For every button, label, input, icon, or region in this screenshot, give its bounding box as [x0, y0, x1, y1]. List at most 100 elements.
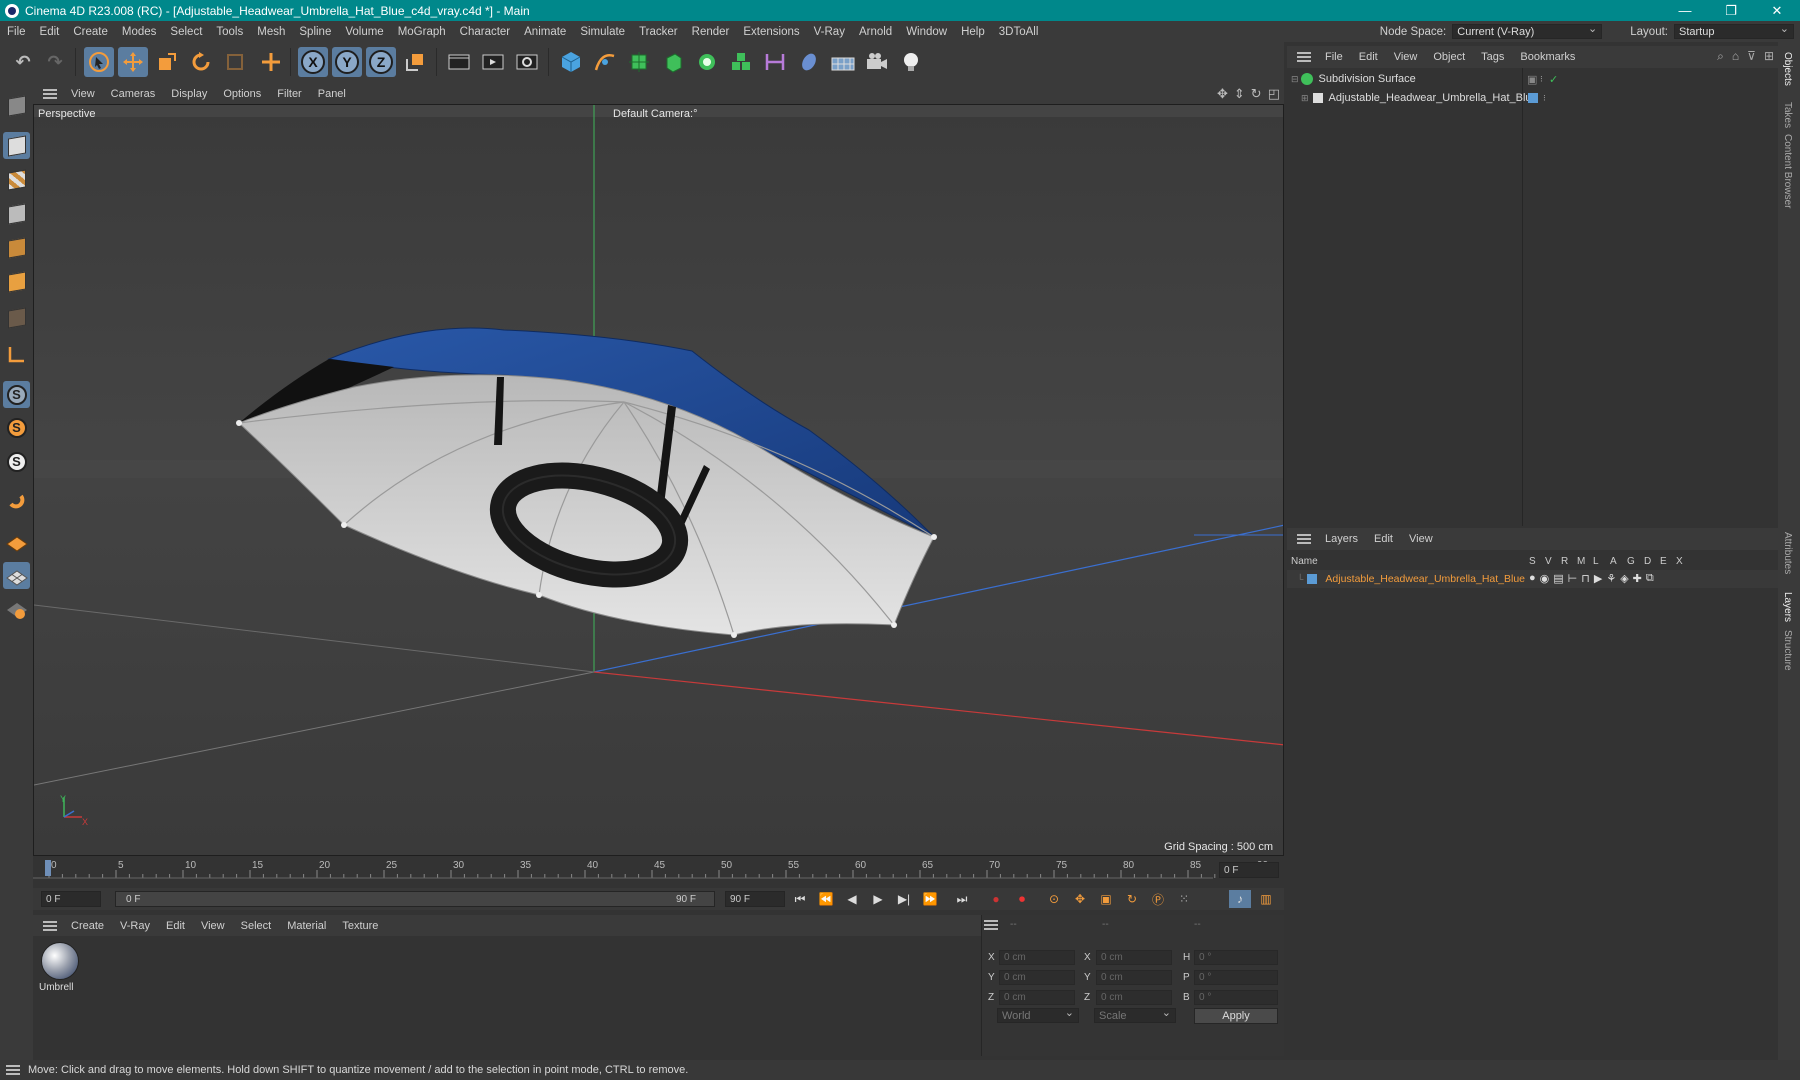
sound-icon[interactable]: ♪: [1229, 890, 1251, 908]
pos-z-field[interactable]: 0 cm: [999, 990, 1075, 1005]
object-dots-icon[interactable]: ⁝: [1543, 93, 1546, 104]
object-home-icon[interactable]: ⌂: [1732, 49, 1739, 64]
move-icon[interactable]: [118, 47, 148, 77]
coords-menu-icon[interactable]: [984, 920, 998, 930]
viewport-zoom-icon[interactable]: ⇕: [1234, 86, 1245, 102]
viewport-camera-label[interactable]: Default Camera:°: [613, 108, 698, 120]
viewport-menu-filter[interactable]: Filter: [269, 88, 309, 100]
key-param-icon[interactable]: Ⓟ: [1147, 890, 1169, 908]
layer-name[interactable]: Adjustable_Headwear_Umbrella_Hat_Blue: [1325, 573, 1525, 585]
menu-create[interactable]: Create: [66, 26, 115, 38]
grid-workplane-icon[interactable]: [3, 562, 30, 589]
menu-extensions[interactable]: Extensions: [736, 26, 806, 38]
key-position-icon[interactable]: ✥: [1069, 890, 1091, 908]
tab-takes[interactable]: Takes: [1782, 102, 1793, 128]
rot-b-field[interactable]: 0 °: [1194, 990, 1278, 1005]
menu-spline[interactable]: Spline: [292, 26, 338, 38]
layer-expression-icon[interactable]: ✚: [1633, 572, 1642, 585]
maximize-button[interactable]: ❐: [1708, 0, 1754, 21]
object-menu-icon[interactable]: [1297, 52, 1311, 62]
layer-manager-icon[interactable]: ⊢: [1568, 572, 1578, 585]
viewport-move-icon[interactable]: ✥: [1217, 86, 1228, 102]
layer-generator-icon[interactable]: ⚘: [1606, 572, 1616, 585]
timeline-window-icon[interactable]: ▥: [1255, 890, 1277, 908]
axis-z-button[interactable]: Z: [366, 47, 396, 77]
viewport-rotate-icon[interactable]: ↻: [1251, 86, 1262, 102]
extrude-icon[interactable]: [658, 47, 688, 77]
layer-visible-icon[interactable]: ◉: [1540, 572, 1550, 585]
mograph-cloner-icon[interactable]: [692, 47, 722, 77]
object-row-umbrella-hat[interactable]: ⊞ Adjustable_Headwear_Umbrella_Hat_Blue …: [1287, 89, 1778, 107]
collapse-icon[interactable]: ⊟: [1291, 74, 1299, 85]
viewport-menu-view[interactable]: View: [63, 88, 103, 100]
object-menu-edit[interactable]: Edit: [1351, 51, 1386, 63]
material-menu-create[interactable]: Create: [63, 920, 112, 932]
menu-mograph[interactable]: MoGraph: [391, 26, 453, 38]
object-menu-file[interactable]: File: [1317, 51, 1351, 63]
material-menu-material[interactable]: Material: [279, 920, 334, 932]
floor-icon[interactable]: [828, 47, 858, 77]
layer-menu-layers[interactable]: Layers: [1317, 533, 1366, 545]
recent-tools-icon[interactable]: [220, 47, 250, 77]
object-dots-icon[interactable]: ⁝: [1540, 74, 1543, 85]
node-space-dropdown[interactable]: Current (V-Ray): [1452, 22, 1603, 39]
scene-icon[interactable]: [794, 47, 824, 77]
redo-icon[interactable]: ↷: [40, 47, 70, 77]
next-key-icon[interactable]: ⏩: [919, 890, 941, 908]
transform-icon[interactable]: [256, 47, 286, 77]
enabled-check-icon[interactable]: ✓: [1549, 73, 1558, 86]
menu-character[interactable]: Character: [453, 26, 518, 38]
field-icon[interactable]: [760, 47, 790, 77]
layer-row[interactable]: └ Adjustable_Headwear_Umbrella_Hat_Blue …: [1287, 570, 1778, 588]
live-selection-icon[interactable]: [84, 47, 114, 77]
layer-color-swatch[interactable]: [1307, 574, 1318, 584]
texture-mode-icon[interactable]: [3, 166, 30, 193]
edges-mode-icon[interactable]: [3, 234, 30, 261]
viewport-menu-cameras[interactable]: Cameras: [103, 88, 164, 100]
tab-content-browser[interactable]: Content Browser: [1782, 134, 1793, 208]
prev-frame-icon[interactable]: ◀: [841, 890, 863, 908]
material-menu-texture[interactable]: Texture: [334, 920, 386, 932]
material-preview-swatch[interactable]: [41, 942, 79, 980]
axis-y-button[interactable]: Y: [332, 47, 362, 77]
spline-pen-icon[interactable]: [590, 47, 620, 77]
viewport-maximize-icon[interactable]: ◰: [1268, 86, 1280, 102]
layout-dropdown[interactable]: Startup: [1674, 22, 1794, 39]
object-menu-bookmarks[interactable]: Bookmarks: [1512, 51, 1583, 63]
viewport-menu-panel[interactable]: Panel: [310, 88, 354, 100]
menu-edit[interactable]: Edit: [33, 26, 67, 38]
viewport-menu-display[interactable]: Display: [163, 88, 215, 100]
material-menu-view[interactable]: View: [193, 920, 233, 932]
current-frame-field[interactable]: 0 F: [1219, 862, 1279, 878]
object-name[interactable]: Adjustable_Headwear_Umbrella_Hat_Blue: [1329, 92, 1538, 104]
key-scale-icon[interactable]: ▣: [1095, 890, 1117, 908]
tweak-mode-icon[interactable]: [3, 488, 30, 515]
size-z-field[interactable]: 0 cm: [1096, 990, 1172, 1005]
tab-objects[interactable]: Objects: [1782, 52, 1793, 86]
workplane-snap-icon[interactable]: S: [3, 448, 30, 475]
menu-mesh[interactable]: Mesh: [250, 26, 292, 38]
menu-animate[interactable]: Animate: [517, 26, 573, 38]
menu-tracker[interactable]: Tracker: [632, 26, 685, 38]
menu-file[interactable]: File: [0, 26, 33, 38]
pos-y-field[interactable]: 0 cm: [999, 970, 1075, 985]
goto-start-icon[interactable]: ⏮: [789, 890, 811, 908]
undo-icon[interactable]: ↶: [8, 47, 38, 77]
material-menu-icon[interactable]: [43, 920, 57, 931]
menu-window[interactable]: Window: [899, 26, 954, 38]
layer-lock-icon[interactable]: ⊓: [1581, 572, 1590, 585]
start-frame-field[interactable]: 0 F: [41, 891, 101, 907]
key-rotation-icon[interactable]: ↻: [1121, 890, 1143, 908]
menu-arnold[interactable]: Arnold: [852, 26, 899, 38]
goto-end-icon[interactable]: ⏭: [951, 890, 973, 908]
model-mode-icon[interactable]: [3, 132, 30, 159]
deformer-icon[interactable]: [726, 47, 756, 77]
size-mode-dropdown[interactable]: Scale: [1094, 1006, 1176, 1023]
layer-color-swatch[interactable]: [1528, 93, 1538, 103]
object-menu-tags[interactable]: Tags: [1473, 51, 1512, 63]
timeline-ruler[interactable]: 051015202530354045505560657075808590 0 F: [33, 856, 1284, 888]
scale-icon[interactable]: [152, 47, 182, 77]
rot-h-field[interactable]: 0 °: [1194, 950, 1278, 965]
status-menu-icon[interactable]: [6, 1065, 20, 1075]
next-frame-icon[interactable]: ▶|: [893, 890, 915, 908]
